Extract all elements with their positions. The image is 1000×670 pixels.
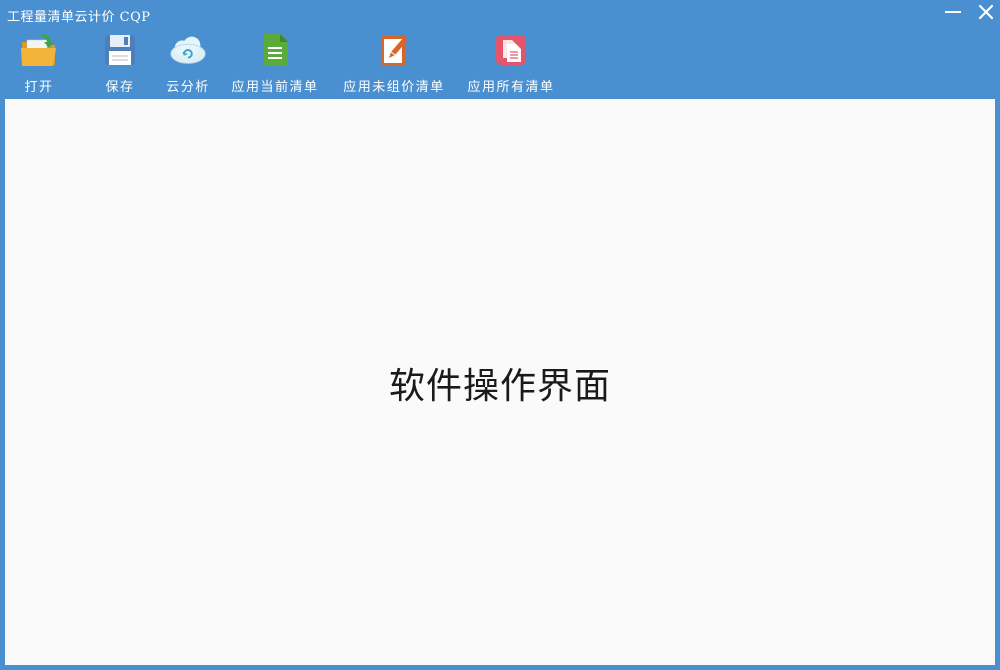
green-document-icon — [264, 34, 288, 66]
open-folder-icon — [21, 34, 56, 66]
open-button[interactable]: 打开 — [18, 30, 60, 96]
cloud-analysis-label: 云分析 — [166, 80, 210, 95]
apply-current-list-button[interactable]: 应用当前清单 — [229, 30, 321, 96]
apply-current-list-label: 应用当前清单 — [231, 80, 319, 95]
minimize-icon — [945, 11, 961, 13]
toolbar: 打开 保存 云分析 应用当前清单 应用未组价清单 应用所有清单 — [0, 30, 1000, 98]
cloud-sync-icon — [170, 36, 206, 64]
save-button[interactable]: 保存 — [100, 30, 140, 96]
floppy-disk-icon — [105, 35, 135, 65]
edit-document-icon — [381, 36, 408, 66]
apply-all-lists-label: 应用所有清单 — [467, 80, 555, 95]
apply-unpriced-list-button[interactable]: 应用未组价清单 — [341, 30, 447, 96]
apply-all-lists-button[interactable]: 应用所有清单 — [465, 30, 557, 96]
close-icon — [978, 4, 994, 20]
workspace-panel: 软件操作界面 — [5, 99, 995, 665]
save-label: 保存 — [105, 80, 135, 95]
workspace-placeholder: 软件操作界面 — [388, 366, 611, 407]
window-title: 工程量清单云计价 CQP — [7, 10, 151, 25]
pink-documents-icon — [496, 35, 526, 65]
apply-unpriced-list-label: 应用未组价清单 — [343, 80, 445, 95]
cloud-analysis-button[interactable]: 云分析 — [164, 30, 212, 96]
close-button[interactable] — [975, 2, 997, 22]
open-label: 打开 — [24, 80, 54, 95]
app-window: 工程量清单云计价 CQP 打开 保存 云分析 应用当前清单 应用未组价清单 应用… — [0, 0, 1000, 670]
minimize-button[interactable] — [942, 2, 964, 22]
